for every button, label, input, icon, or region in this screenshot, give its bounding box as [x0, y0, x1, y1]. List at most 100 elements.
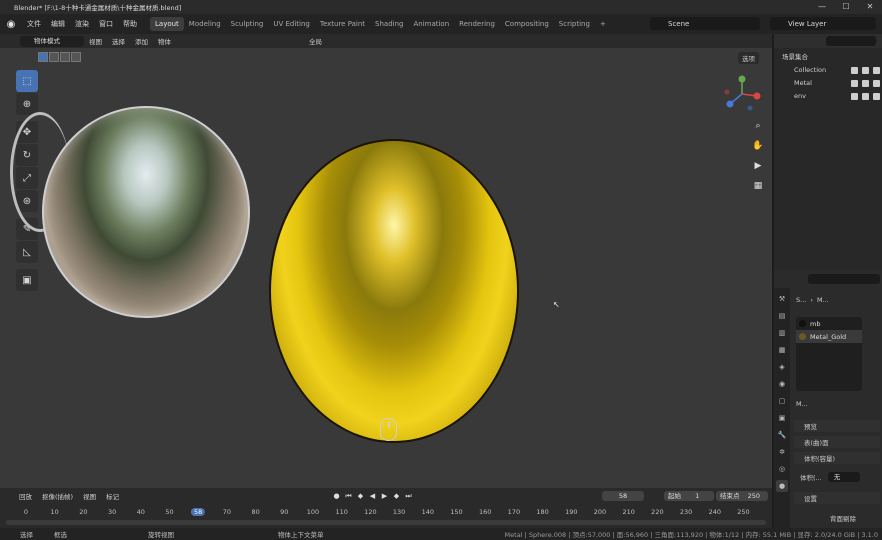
start-frame-field[interactable]: 起始 1 [664, 491, 714, 501]
frame-tick: 230 [679, 508, 693, 516]
frame-ruler[interactable]: 0 10 20 30 40 50 58 70 80 90 100 110 120 130 140 150 160… [0, 506, 772, 518]
checkbox-icon[interactable] [851, 79, 858, 87]
volume-value-field[interactable]: 无 [827, 472, 860, 482]
material-tab-icon[interactable]: ● [776, 480, 788, 492]
current-frame-field[interactable]: 58 [602, 491, 644, 501]
section-settings[interactable]: 设置 [794, 492, 880, 504]
scene-tab-icon[interactable]: ◈ [776, 361, 788, 373]
tab-uv-editing[interactable]: UV Editing [268, 17, 315, 31]
physics-tab-icon[interactable]: ◎ [776, 463, 788, 475]
outliner-scene-collection[interactable]: 场景集合 [774, 50, 882, 62]
prev-keyframe-icon[interactable]: ◆ [356, 491, 365, 501]
silver-metal-sphere[interactable] [42, 106, 250, 318]
outliner-item-collection[interactable]: Collection [774, 64, 882, 76]
output-tab-icon[interactable]: ▥ [776, 327, 788, 339]
3d-viewport[interactable]: 物体模式 视图 选择 添加 物体 全局 选项 ⬚ ⊕ ✥ ↻ ⤢ ⊛ ✎ ◺ ▣ [0, 34, 772, 488]
eye-icon[interactable] [862, 92, 869, 100]
blender-logo-icon[interactable]: ◉ [0, 19, 22, 30]
menu-render[interactable]: 渲染 [70, 19, 94, 29]
properties-search-input[interactable] [808, 274, 880, 284]
tool-tab-icon[interactable]: ⚒ [776, 293, 788, 305]
options-dropdown[interactable]: 选项 [738, 52, 759, 64]
tab-scripting[interactable]: Scripting [554, 17, 595, 31]
measure-tool-icon[interactable]: ◺ [16, 241, 38, 263]
view-layer-selector[interactable]: View Layer [770, 17, 876, 30]
tab-shading[interactable]: Shading [370, 17, 408, 31]
pan-view-icon[interactable]: ✋ [750, 138, 766, 154]
tab-rendering[interactable]: Rendering [454, 17, 500, 31]
add-cube-tool-icon[interactable]: ▣ [16, 269, 38, 291]
checkbox-icon[interactable] [851, 92, 858, 100]
timeline-menu-marker[interactable]: 标记 [101, 491, 124, 501]
modifier-tab-icon[interactable]: 🔧 [776, 429, 788, 441]
backface-culling-row[interactable]: 背面剔除 [830, 512, 882, 524]
frame-tick: 50 [165, 508, 174, 516]
camera-icon[interactable] [873, 79, 880, 87]
particles-tab-icon[interactable]: ✲ [776, 446, 788, 458]
menu-file[interactable]: 文件 [22, 19, 46, 29]
checkbox-icon[interactable] [851, 66, 858, 74]
section-preview[interactable]: 预览 [794, 420, 880, 432]
view-layer-tab-icon[interactable]: ▦ [776, 344, 788, 356]
select-invert-icon[interactable] [71, 52, 81, 62]
camera-view-icon[interactable]: ▶ [750, 158, 766, 174]
camera-icon[interactable] [873, 92, 880, 100]
section-volume[interactable]: 体积(容量) [794, 452, 880, 464]
eye-icon[interactable] [862, 79, 869, 87]
object-tab-icon[interactable]: ▣ [776, 412, 788, 424]
section-surface[interactable]: 表(曲)面 [794, 436, 880, 448]
frame-tick: 160 [478, 508, 492, 516]
object-mode-dropdown[interactable]: 物体模式 [20, 35, 84, 47]
end-frame-field[interactable]: 结束点 250 [716, 491, 768, 501]
maximize-button[interactable]: ☐ [834, 0, 858, 14]
collection-tab-icon[interactable]: ▢ [776, 395, 788, 407]
scene-selector[interactable]: Scene [650, 17, 760, 30]
select-box-tool-icon[interactable]: ⬚ [16, 70, 38, 92]
outliner-item-metal[interactable]: Metal [774, 77, 882, 89]
tab-compositing[interactable]: Compositing [500, 17, 554, 31]
tab-layout[interactable]: Layout [150, 17, 184, 31]
outliner-search-input[interactable] [826, 36, 876, 46]
tab-modeling[interactable]: Modeling [184, 17, 226, 31]
timeline-scrollbar[interactable] [6, 520, 766, 525]
camera-icon[interactable] [873, 66, 880, 74]
add-workspace-button[interactable]: + [595, 17, 611, 31]
select-extend-icon[interactable] [49, 52, 59, 62]
tab-sculpting[interactable]: Sculpting [226, 17, 269, 31]
viewport-menu-object[interactable]: 物体 [153, 36, 176, 46]
viewport-menu-select[interactable]: 选择 [107, 36, 130, 46]
transform-orientation-dropdown[interactable]: 全局 [304, 36, 327, 46]
tab-texture-paint[interactable]: Texture Paint [315, 17, 370, 31]
zoom-view-icon[interactable]: ⌕ [750, 118, 766, 134]
material-datablock-field[interactable]: M... [796, 398, 882, 410]
material-slot-mb[interactable]: mb [796, 317, 862, 330]
select-subtract-icon[interactable] [60, 52, 70, 62]
ortho-toggle-icon[interactable]: ▦ [750, 178, 766, 194]
menu-edit[interactable]: 编辑 [46, 19, 70, 29]
frame-tick: 150 [450, 508, 463, 516]
eye-icon[interactable] [862, 66, 869, 74]
navigation-gizmo[interactable] [722, 74, 762, 114]
next-keyframe-icon[interactable]: ◆ [392, 491, 401, 501]
play-icon[interactable]: ▶ [380, 491, 389, 501]
menu-help[interactable]: 帮助 [118, 19, 142, 29]
jump-end-icon[interactable]: ⏭ [404, 491, 413, 501]
jump-start-icon[interactable]: ⏮ [344, 491, 353, 501]
gold-metal-sphere[interactable] [269, 139, 519, 443]
timeline-menu-keying[interactable]: 抠像(插帧) [37, 491, 78, 501]
play-reverse-icon[interactable]: ◀ [368, 491, 377, 501]
viewport-menu-view[interactable]: 视图 [84, 36, 107, 46]
menu-window[interactable]: 窗口 [94, 19, 118, 29]
close-button[interactable]: ✕ [858, 0, 882, 14]
timeline-menu-playback[interactable]: 回放 [14, 491, 37, 501]
world-tab-icon[interactable]: ◉ [776, 378, 788, 390]
timeline-menu-view[interactable]: 视图 [78, 491, 101, 501]
material-slot-metal-gold[interactable]: Metal_Gold [796, 330, 862, 343]
record-icon[interactable]: ● [332, 491, 341, 501]
viewport-menu-add[interactable]: 添加 [130, 36, 153, 46]
minimize-button[interactable]: — [810, 0, 834, 14]
render-tab-icon[interactable]: ▤ [776, 310, 788, 322]
outliner-item-env[interactable]: env [774, 90, 882, 102]
select-new-icon[interactable] [38, 52, 48, 62]
tab-animation[interactable]: Animation [408, 17, 454, 31]
